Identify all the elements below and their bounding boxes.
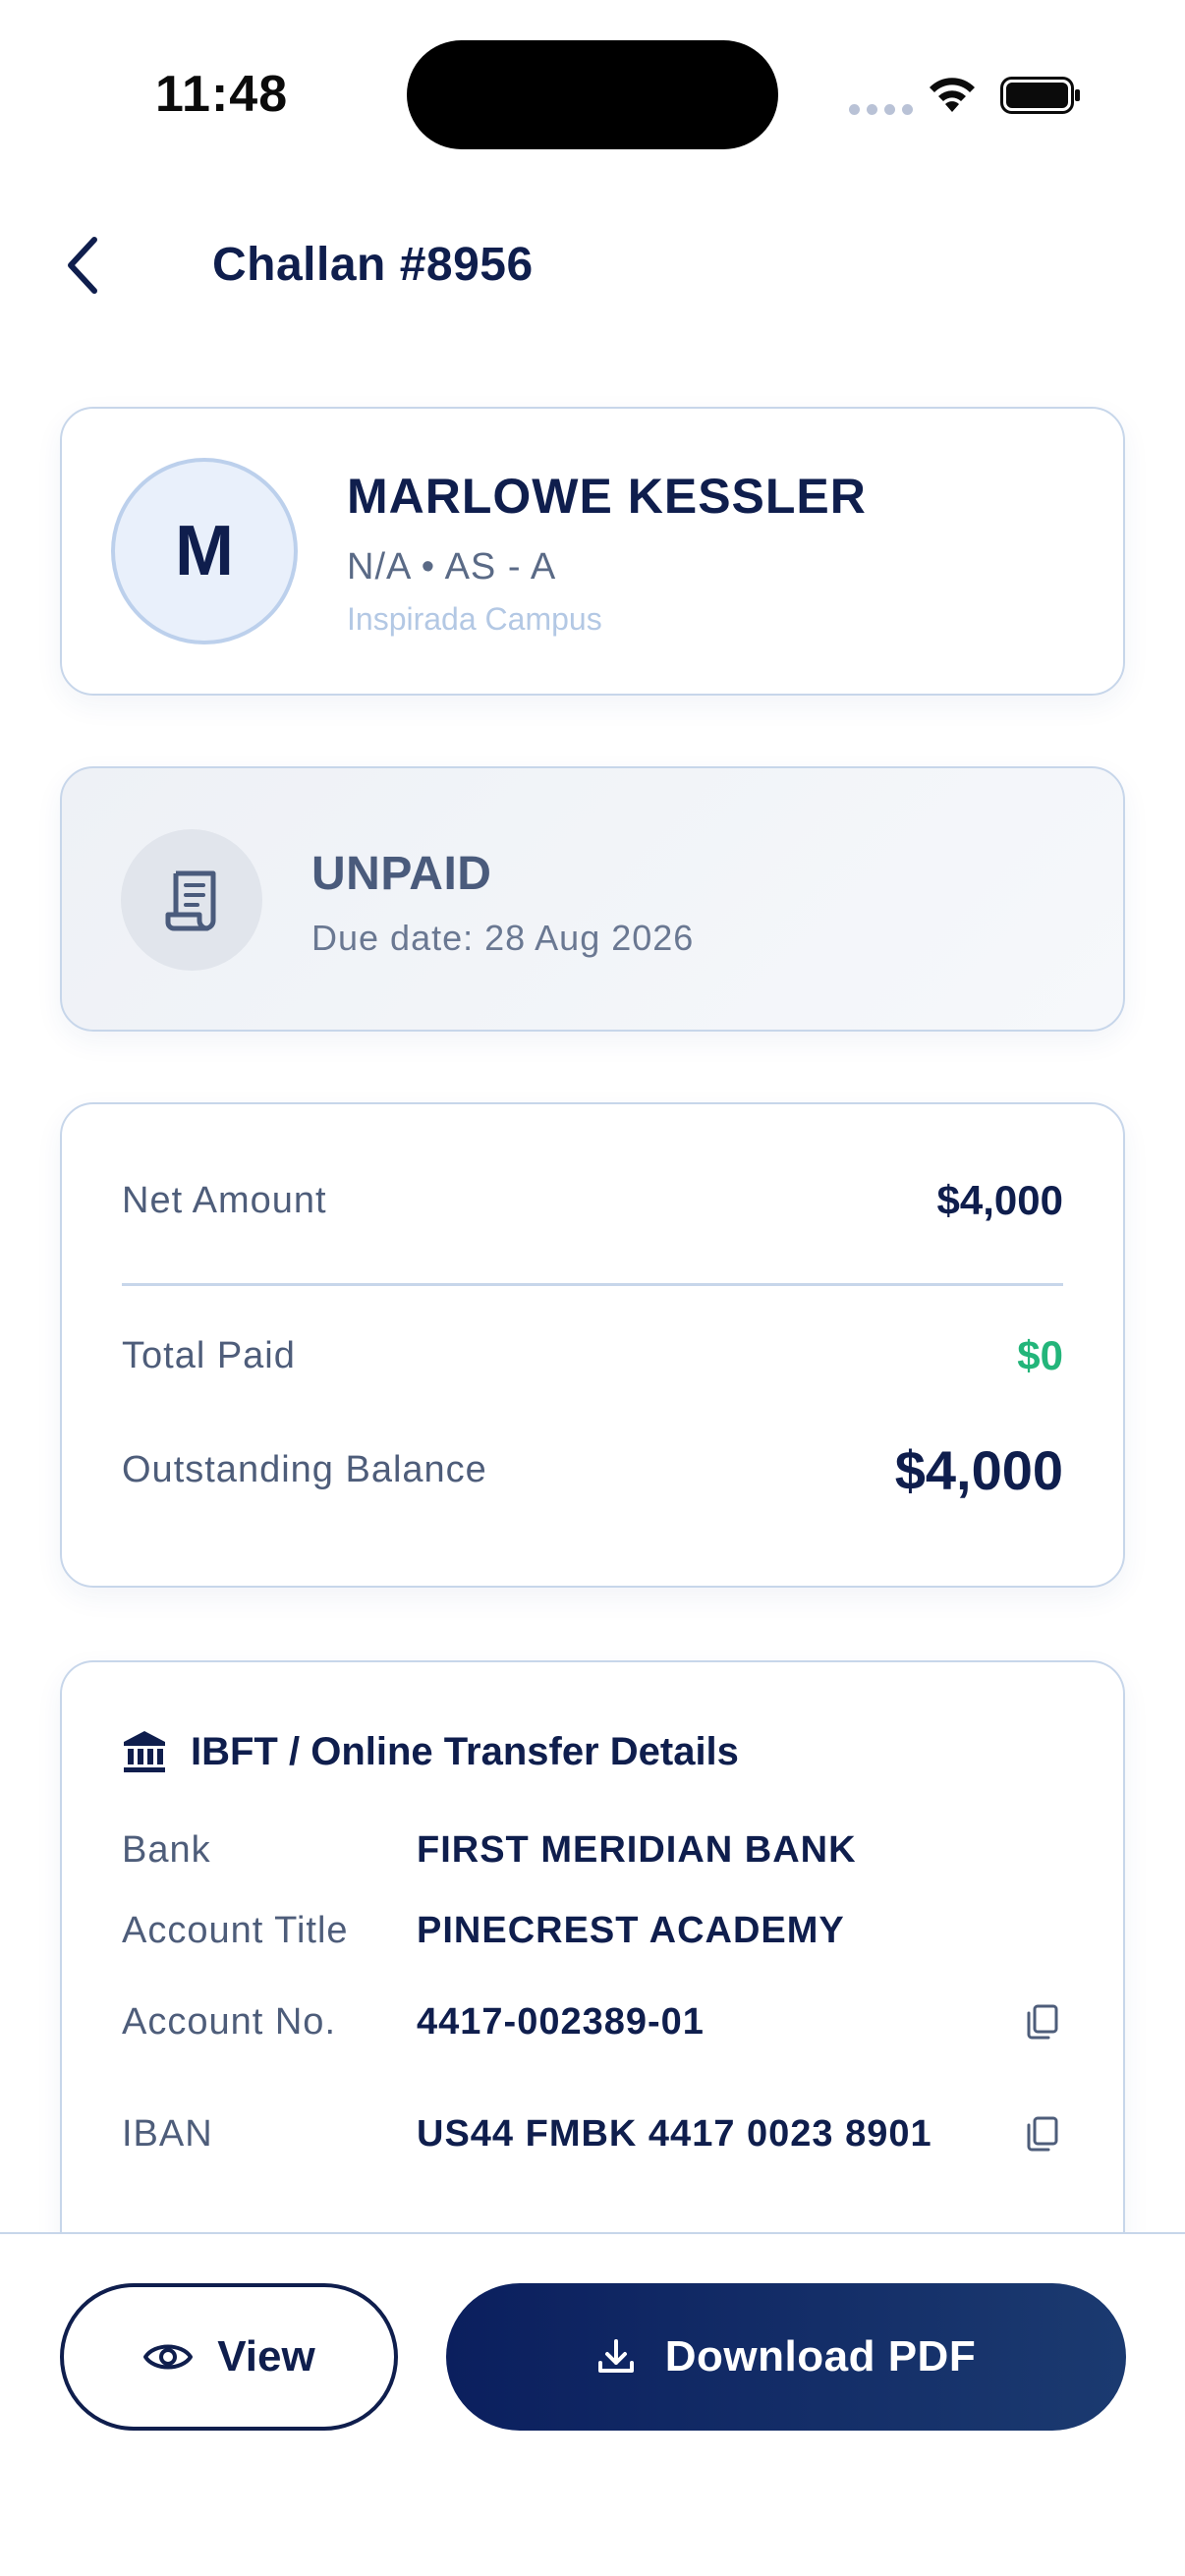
account-title-label: Account Title bbox=[122, 1910, 349, 1951]
back-button[interactable] bbox=[51, 228, 114, 303]
student-card: M MARLOWE KESSLER N/A • AS - A Inspirada… bbox=[60, 407, 1125, 696]
bank-label: Bank bbox=[122, 1829, 211, 1871]
download-pdf-label: Download PDF bbox=[664, 2332, 977, 2380]
outstanding-balance-row: Outstanding Balance $4,000 bbox=[122, 1438, 1063, 1502]
bottom-action-bar: View Download PDF bbox=[0, 2232, 1185, 2576]
receipt-icon-badge bbox=[121, 829, 262, 971]
payment-status-card: UNPAID Due date: 28 Aug 2026 bbox=[60, 766, 1125, 1032]
header: Challan #8956 bbox=[0, 216, 1185, 314]
page-title: Challan #8956 bbox=[212, 239, 534, 291]
download-pdf-button[interactable]: Download PDF bbox=[446, 2283, 1126, 2431]
bank-icon bbox=[124, 1731, 165, 1772]
amount-summary-card: Net Amount $4,000 Total Paid $0 Outstand… bbox=[60, 1102, 1125, 1588]
student-class: N/A • AS - A bbox=[347, 546, 557, 588]
student-name: MARLOWE KESSLER bbox=[347, 469, 867, 524]
divider bbox=[122, 1283, 1063, 1286]
bank-value: FIRST MERIDIAN BANK bbox=[417, 1829, 857, 1871]
view-button-label: View bbox=[217, 2332, 315, 2380]
total-paid-row: Total Paid $0 bbox=[122, 1332, 1063, 1379]
bank-row: Bank FIRST MERIDIAN BANK bbox=[122, 1829, 1063, 1872]
account-title-row: Account Title PINECREST ACADEMY bbox=[122, 1910, 1063, 1952]
student-campus: Inspirada Campus bbox=[347, 601, 602, 637]
iban-row: IBAN US44 FMBK 4417 0023 8901 bbox=[122, 2112, 1063, 2156]
outstanding-balance-value: $4,000 bbox=[894, 1439, 1063, 1501]
account-number-row: Account No. 4417-002389-01 bbox=[122, 2000, 1063, 2044]
status-badge: UNPAID bbox=[311, 848, 492, 900]
bank-details-title: IBFT / Online Transfer Details bbox=[191, 1729, 739, 1773]
copy-icon bbox=[1027, 2004, 1058, 2040]
iban-label: IBAN bbox=[122, 2112, 213, 2155]
view-button[interactable]: View bbox=[60, 2283, 398, 2431]
status-time: 11:48 bbox=[155, 66, 289, 123]
total-paid-value: $0 bbox=[1017, 1332, 1063, 1378]
copy-account-number-button[interactable] bbox=[1020, 2000, 1063, 2044]
total-paid-label: Total Paid bbox=[122, 1334, 296, 1376]
net-amount-row: Net Amount $4,000 bbox=[122, 1177, 1063, 1224]
copy-iban-button[interactable] bbox=[1020, 2112, 1063, 2156]
download-icon bbox=[597, 2339, 634, 2373]
account-number-value: 4417-002389-01 bbox=[417, 2000, 705, 2043]
outstanding-balance-label: Outstanding Balance bbox=[122, 1449, 487, 1490]
avatar: M bbox=[111, 458, 298, 644]
net-amount-value: $4,000 bbox=[936, 1177, 1063, 1223]
eye-icon bbox=[143, 2344, 194, 2370]
copy-icon bbox=[1027, 2116, 1058, 2152]
status-bar: 11:48 bbox=[0, 0, 1185, 187]
net-amount-label: Net Amount bbox=[122, 1179, 327, 1221]
wifi-icon bbox=[930, 78, 975, 112]
chevron-left-icon bbox=[68, 237, 97, 294]
account-title-value: PINECREST ACADEMY bbox=[417, 1910, 845, 1951]
receipt-icon bbox=[165, 870, 216, 931]
iban-value: US44 FMBK 4417 0023 8901 bbox=[417, 2112, 932, 2155]
cellular-signal-icon bbox=[849, 104, 913, 115]
dynamic-island bbox=[407, 40, 778, 149]
battery-icon bbox=[1000, 77, 1080, 114]
bank-details-header: IBFT / Online Transfer Details bbox=[122, 1729, 739, 1774]
account-number-label: Account No. bbox=[122, 2000, 336, 2043]
due-date: Due date: 28 Aug 2026 bbox=[311, 918, 695, 958]
